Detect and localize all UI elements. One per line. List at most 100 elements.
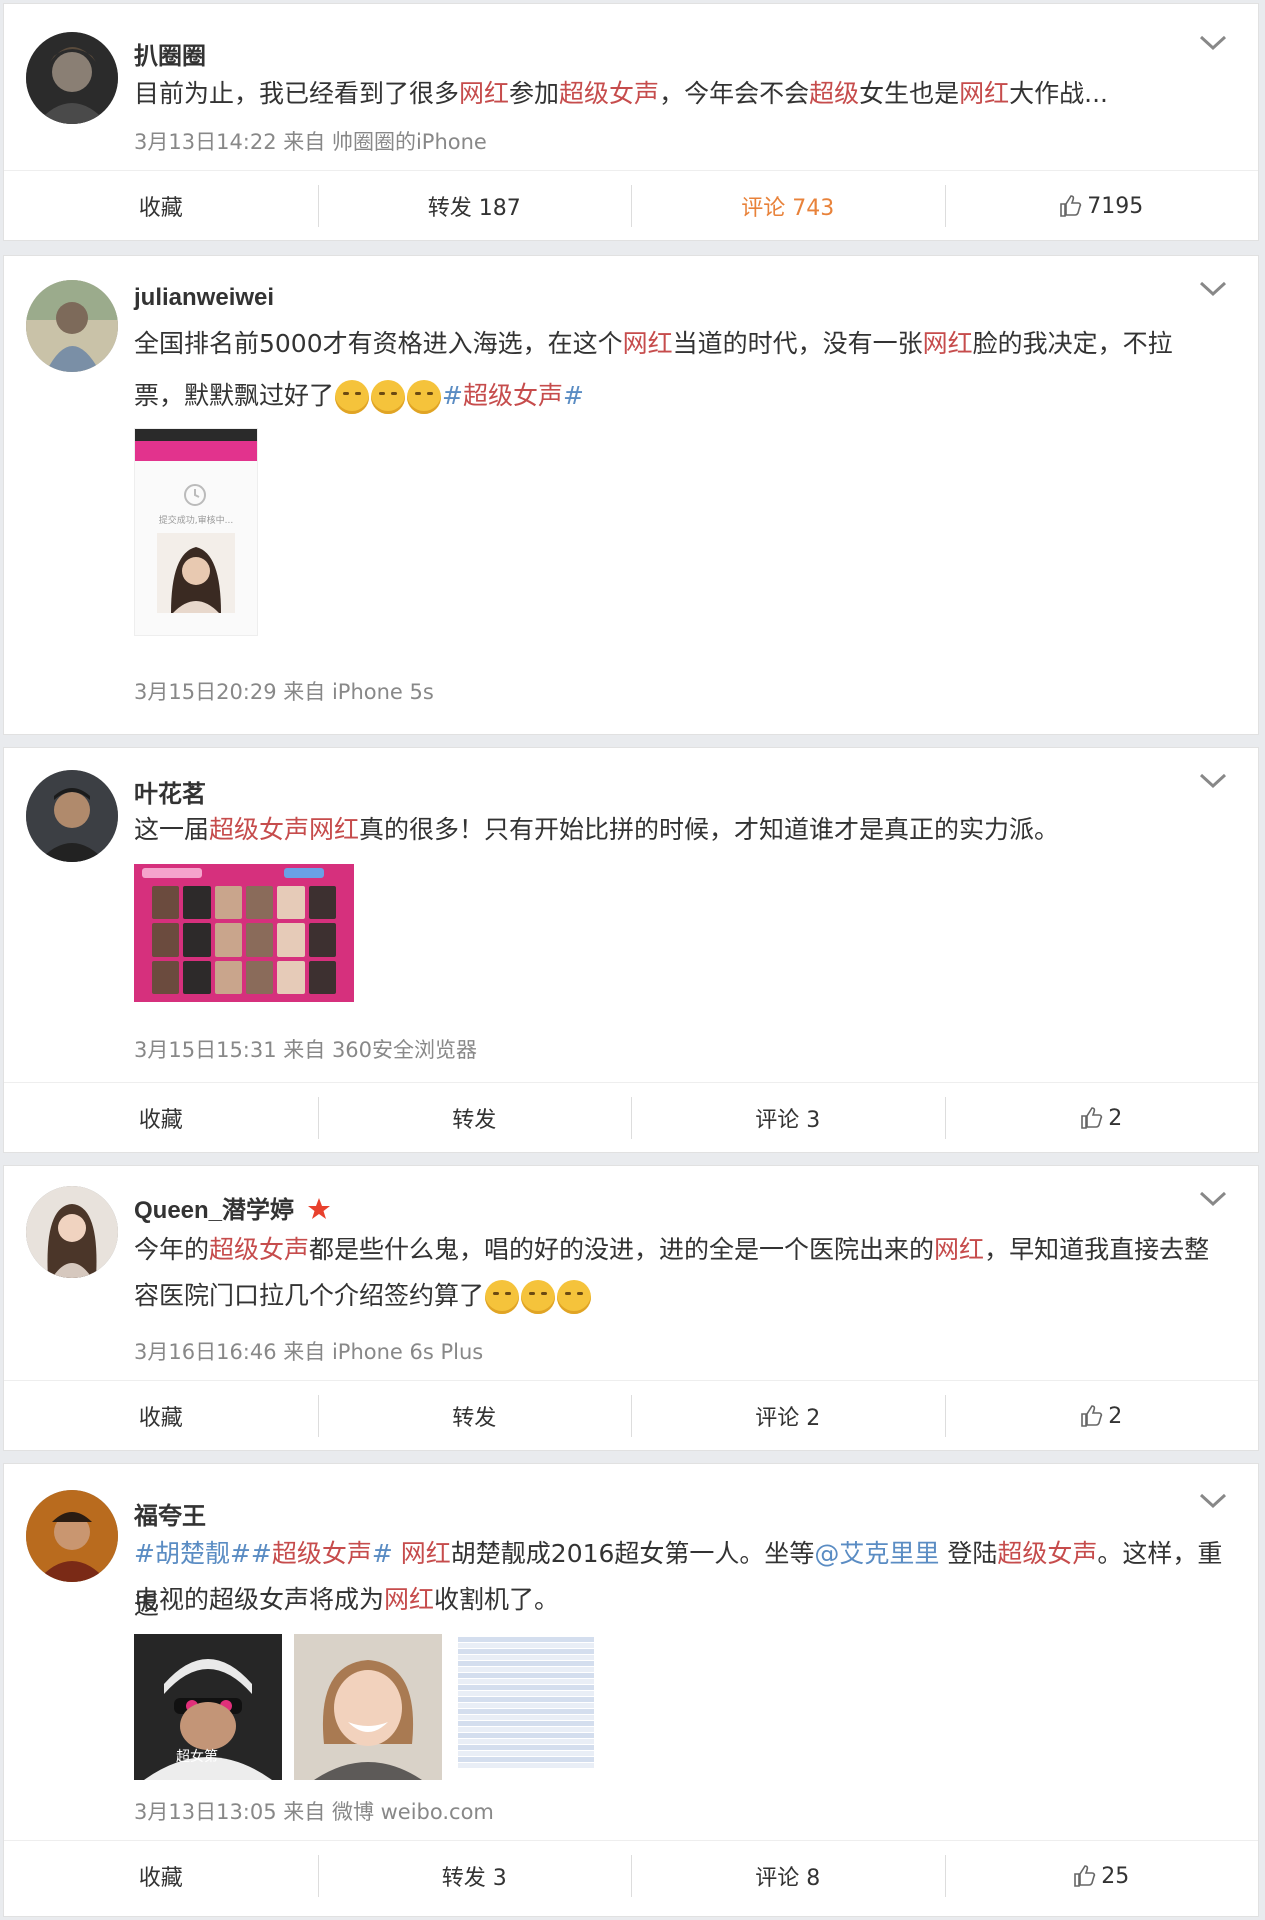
thumbnail-cell (246, 960, 274, 994)
thumbnail-cell (152, 923, 180, 957)
text-segment: 都是些什么鬼，唱的好的没进，进的全是一个医院出来的 (309, 1235, 935, 1264)
link-text[interactable]: #胡楚靓# (134, 1539, 251, 1568)
hashtag-link[interactable]: #超级女声# (442, 381, 584, 410)
thumbnail-cell (308, 886, 336, 920)
avatar[interactable] (26, 770, 118, 862)
like-count: 25 (1101, 1863, 1130, 1889)
avatar[interactable] (26, 32, 118, 124)
screenshot-status-text: 提交成功,审核中... (158, 516, 234, 526)
thumbnail-cell (214, 960, 242, 994)
action-bar: 收藏 转发 3 评论 8 25 (4, 1840, 1258, 1911)
post-text: 全国排名前5000才有资格进入海选，在这个网红当道的时代，没有一张网红脸的我决定… (134, 318, 1234, 370)
thumbnail-cell (308, 923, 336, 957)
repost-button[interactable]: 转发 3 (317, 1841, 632, 1911)
post-meta: 3月13日13:05 来自 微博 weibo.com (134, 1800, 494, 1824)
highlight-text: 超级女声 (559, 79, 660, 108)
favorite-button[interactable]: 收藏 (4, 1841, 318, 1911)
thumbnail-cell (152, 886, 180, 920)
text-segment: 这一届 (134, 815, 210, 844)
post-meta: 3月15日15:31 来自 360安全浏览器 (134, 1038, 478, 1062)
highlight-text: 超级女声 (271, 1539, 372, 1568)
link-text[interactable]: @艾克里里 (814, 1539, 939, 1568)
thumbnail-cell (214, 923, 242, 957)
post-card: 叶花茗 这一届超级女声网红真的很多！只有开始比拼的时候，才知道谁才是真正的实力派… (4, 748, 1258, 1152)
link-text[interactable]: # (251, 1539, 272, 1568)
table-row (458, 1643, 594, 1648)
favorite-button[interactable]: 收藏 (4, 1083, 318, 1153)
highlight-text: 网红 (384, 1585, 435, 1614)
thumbnail-cell (246, 923, 274, 957)
table-row (458, 1649, 594, 1654)
link-text[interactable]: # (372, 1539, 401, 1568)
username[interactable]: 扒圈圈 (134, 36, 206, 71)
username[interactable]: julianweiwei (134, 284, 274, 312)
table-row (458, 1739, 594, 1744)
chevron-down-icon[interactable] (1198, 278, 1228, 300)
post-text-line2: 票，默默飘过好了 #超级女声# (134, 370, 1234, 422)
post-image[interactable]: 提交成功,审核中... (134, 428, 258, 636)
post-meta: 3月15日20:29 来自 iPhone 5s (134, 680, 434, 704)
post-image[interactable] (134, 864, 354, 1002)
table-row (458, 1745, 594, 1750)
repost-button[interactable]: 转发 (317, 1381, 632, 1451)
comment-button[interactable]: 评论 8 (631, 1841, 945, 1911)
avatar[interactable] (26, 1490, 118, 1582)
chevron-down-icon[interactable] (1198, 770, 1228, 792)
text-segment: 脸的我决定，不拉 (972, 329, 1173, 358)
table-row (458, 1655, 594, 1660)
text-segment: 大作战... (1009, 79, 1108, 108)
thumbnail-cell (183, 923, 211, 957)
thumbs-up-icon (1074, 1865, 1096, 1887)
highlight-text: 网红 (959, 79, 1010, 108)
table-row (458, 1667, 594, 1672)
chevron-down-icon[interactable] (1198, 32, 1228, 54)
favorite-button[interactable]: 收藏 (4, 171, 318, 241)
emoji-icon (557, 1280, 592, 1314)
table-row (458, 1661, 594, 1666)
comment-button[interactable]: 评论 3 (631, 1083, 945, 1153)
table-row (458, 1763, 594, 1768)
repost-button[interactable]: 转发 187 (317, 171, 632, 241)
post-meta: 3月13日14:22 来自 帅圈圈的iPhone (134, 130, 487, 154)
like-button[interactable]: 2 (944, 1381, 1259, 1451)
like-button[interactable]: 25 (944, 1841, 1259, 1911)
text-segment: 全国排名前5000才有资格进入海选，在这个 (134, 329, 623, 358)
like-count: 2 (1108, 1403, 1123, 1429)
avatar[interactable] (26, 1186, 118, 1278)
post-image[interactable] (454, 1634, 600, 1780)
post-card: julianweiwei 全国排名前5000才有资格进入海选，在这个网红当道的时… (4, 256, 1258, 734)
post-text: 这一届超级女声网红真的很多！只有开始比拼的时候，才知道谁才是真正的实力派。 (134, 804, 1234, 856)
avatar[interactable] (26, 280, 118, 372)
username[interactable]: 福夸王 (134, 1496, 206, 1531)
like-button[interactable]: 2 (944, 1083, 1259, 1153)
emoji-icon (521, 1280, 556, 1314)
comment-button[interactable]: 评论 743 (631, 171, 945, 241)
text-segment: 参加 (509, 79, 560, 108)
text-segment: 电视的超级女声将成为 (134, 1585, 385, 1614)
post-image[interactable] (294, 1634, 442, 1780)
thumbnail-cell (277, 960, 305, 994)
chevron-down-icon[interactable] (1198, 1188, 1228, 1210)
like-count: 7195 (1087, 193, 1144, 219)
table-row (458, 1751, 594, 1756)
table-row (458, 1727, 594, 1732)
table-row (458, 1721, 594, 1726)
emoji-icon (407, 380, 442, 414)
highlight-text: 超级女声网红 (209, 815, 360, 844)
text-segment: 登陆 (939, 1539, 998, 1568)
thumbnail-cell (308, 960, 336, 994)
favorite-button[interactable]: 收藏 (4, 1381, 318, 1451)
image-caption: 超女第 (176, 1749, 218, 1765)
post-image[interactable]: 超女第 (134, 1634, 282, 1780)
table-row (458, 1703, 594, 1708)
username[interactable]: Queen_潜学婷 (134, 1190, 331, 1225)
table-row (458, 1685, 594, 1690)
highlight-text: 超级女声 (209, 1235, 310, 1264)
comment-button[interactable]: 评论 2 (631, 1381, 945, 1451)
like-button[interactable]: 7195 (944, 171, 1259, 241)
text-segment: 胡楚靓成2016超女第一人。坐等 (450, 1539, 815, 1568)
action-bar: 收藏 转发 评论 2 2 (4, 1380, 1258, 1451)
chevron-down-icon[interactable] (1198, 1490, 1228, 1512)
post-text: 目前为止，我已经看到了很多网红参加超级女声，今年会不会超级女生也是网红大作战..… (134, 68, 1234, 120)
repost-button[interactable]: 转发 (317, 1083, 632, 1153)
